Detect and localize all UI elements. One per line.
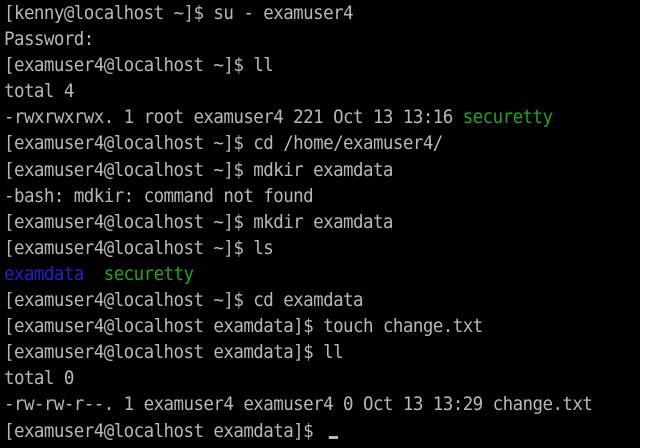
terminal-text: [examuser4@localhost ~]$ mdkir examdata xyxy=(4,158,393,181)
terminal-text: [examuser4@localhost ~]$ ls xyxy=(4,236,274,259)
terminal-line: [examuser4@localhost ~]$ mkdir examdata xyxy=(4,209,639,235)
terminal-text: [kenny@localhost ~]$ su - examuser4 xyxy=(4,2,354,24)
terminal-text: [examuser4@localhost examdata]$ touch ch… xyxy=(4,315,483,338)
terminal-line: [examuser4@localhost ~]$ cd /home/examus… xyxy=(4,130,639,156)
terminal-output[interactable]: [kenny@localhost ~]$ su - examuser4 Passw… xyxy=(4,0,639,448)
terminal-line: [examuser4@localhost ~]$ cd examdata xyxy=(4,287,639,313)
terminal-line: [examuser4@localhost examdata]$ ll xyxy=(4,339,639,365)
terminal-line: [kenny@localhost ~]$ su - examuser4 xyxy=(4,0,639,26)
terminal-window[interactable]: [kenny@localhost ~]$ su - examuser4 Passw… xyxy=(0,0,640,448)
executable-name: securetty xyxy=(462,106,553,129)
terminal-text: [examuser4@localhost ~]$ ll xyxy=(4,54,274,77)
terminal-line: Password: xyxy=(4,26,639,52)
terminal-line: [examuser4@localhost ~]$ ls xyxy=(4,235,639,261)
terminal-text: total 0 xyxy=(4,367,74,390)
terminal-text: [examuser4@localhost ~]$ mkdir examdata xyxy=(4,210,393,233)
terminal-line: total 4 xyxy=(4,78,639,104)
terminal-text: -rw-rw-r--. 1 examuser4 examuser4 0 Oct … xyxy=(4,393,593,416)
terminal-line: [examuser4@localhost ~]$ mdkir examdata xyxy=(4,157,639,183)
text-cursor xyxy=(328,435,338,439)
terminal-line: -bash: mdkir: command not found xyxy=(4,183,639,209)
terminal-text: [examuser4@localhost ~]$ cd examdata xyxy=(4,289,364,312)
terminal-text: Password: xyxy=(4,28,94,51)
terminal-line: examdata securetty xyxy=(4,261,639,287)
terminal-line: [examuser4@localhost examdata]$ touch ch… xyxy=(4,313,639,339)
window-edge xyxy=(640,0,647,448)
terminal-text: -rwxrwxrwx. 1 root examuser4 221 Oct 13 … xyxy=(4,106,463,129)
terminal-text: [examuser4@localhost examdata]$ xyxy=(4,419,324,442)
terminal-line: -rw-rw-r--. 1 examuser4 examuser4 0 Oct … xyxy=(4,391,639,417)
terminal-text: -bash: mdkir: command not found xyxy=(4,184,314,207)
terminal-line: [examuser4@localhost examdata]$ xyxy=(4,418,639,444)
terminal-line: [examuser4@localhost ~]$ ll xyxy=(4,52,639,78)
directory-name: examdata xyxy=(4,262,84,285)
terminal-text: total 4 xyxy=(4,80,74,103)
executable-name: securetty xyxy=(103,262,194,285)
terminal-line: total 0 xyxy=(4,365,639,391)
terminal-line: -rwxrwxrwx. 1 root examuser4 221 Oct 13 … xyxy=(4,104,639,130)
terminal-text: [examuser4@localhost examdata]$ ll xyxy=(4,341,344,364)
terminal-text: [examuser4@localhost ~]$ cd /home/examus… xyxy=(4,132,443,155)
